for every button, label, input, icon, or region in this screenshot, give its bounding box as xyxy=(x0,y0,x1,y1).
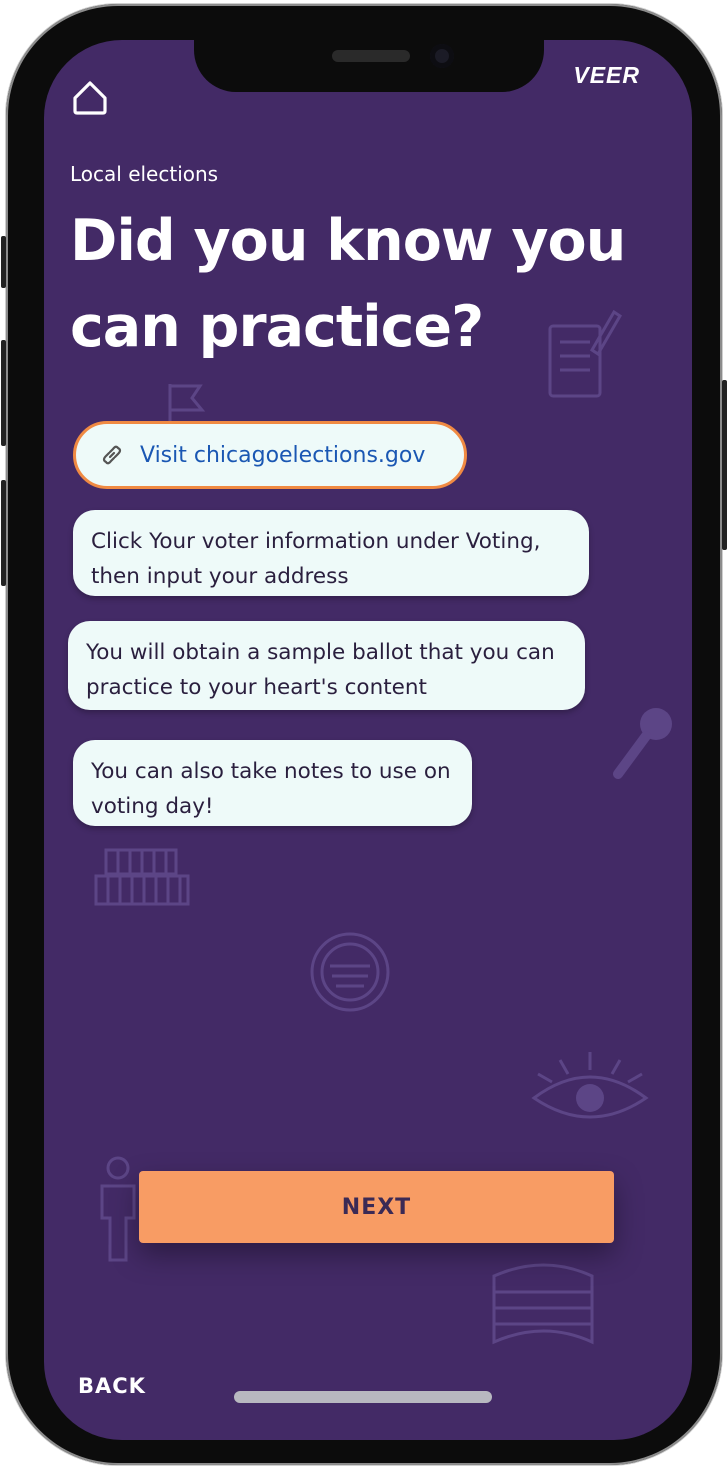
link-label[interactable]: Visit chicagoelections.gov xyxy=(140,443,425,468)
instruction-bubble: You can also take notes to use on voting… xyxy=(73,740,472,826)
app-screen: VEER Local elections Did you know you ca… xyxy=(44,40,692,1440)
vote-button-badge-icon xyxy=(310,932,390,1012)
front-camera xyxy=(430,44,454,68)
power-button xyxy=(722,380,727,550)
next-button[interactable]: NEXT xyxy=(139,1171,614,1243)
brand-logo: VEER xyxy=(573,62,640,88)
device-notch xyxy=(194,40,544,92)
back-button[interactable]: BACK xyxy=(78,1374,146,1398)
instruction-bubble: You will obtain a sample ballot that you… xyxy=(68,621,585,710)
phone-frame: VEER Local elections Did you know you ca… xyxy=(6,4,722,1465)
microphone-icon xyxy=(613,708,672,779)
link-icon xyxy=(102,445,122,465)
volume-up-button xyxy=(1,340,6,446)
speaker-grille xyxy=(332,50,410,62)
eye-icon xyxy=(531,1052,649,1119)
american-flag-icon xyxy=(492,1263,594,1345)
chicagoelections-link[interactable]: Visit chicagoelections.gov xyxy=(73,421,467,489)
instruction-bubble: Click Your voter information under Votin… xyxy=(73,510,589,596)
volume-down-button xyxy=(1,480,6,586)
page-title: Did you know you can practice? xyxy=(70,208,626,360)
home-icon[interactable] xyxy=(70,76,110,116)
home-indicator-bar[interactable] xyxy=(234,1391,492,1403)
section-label: Local elections xyxy=(70,162,219,186)
silent-switch xyxy=(1,236,6,288)
